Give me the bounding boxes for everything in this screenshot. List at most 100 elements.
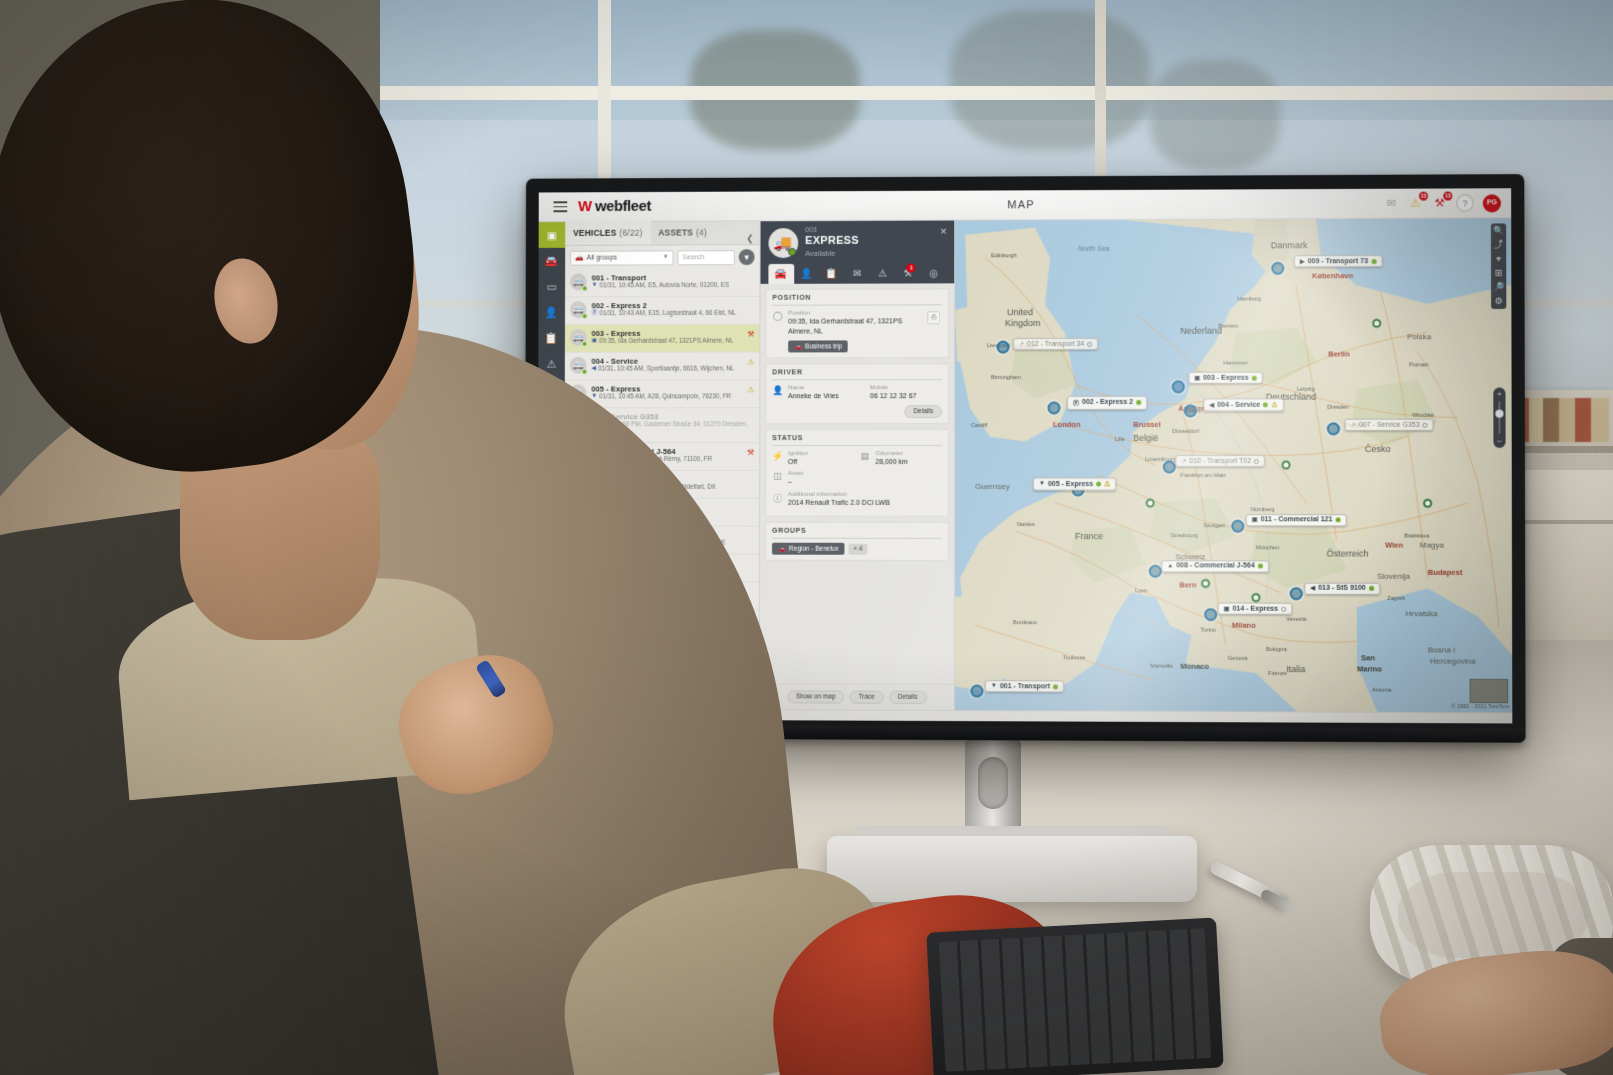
- detail-tab-messages[interactable]: ✉: [845, 264, 870, 284]
- maintenance-wrench-icon[interactable]: ⚒: [747, 330, 754, 339]
- map-area-circle[interactable]: [1145, 498, 1155, 508]
- map-canvas[interactable]: North Sea Danmark Nederland Deutschland Belg…: [954, 218, 1513, 713]
- map-area-circle[interactable]: [1372, 318, 1382, 328]
- map-area-circle[interactable]: [1201, 578, 1211, 588]
- list-item[interactable]: 🚐 001 - Transport ▼ 01/31, 10:45 AM, E5, Au…: [565, 269, 760, 298]
- trace-button[interactable]: Trace: [849, 690, 884, 704]
- group-chip[interactable]: 🚗 Region - Benelux: [771, 542, 845, 555]
- map-marker-label[interactable]: ↗ 007 - Service G353: [1344, 419, 1434, 432]
- details-button[interactable]: Details: [888, 690, 927, 704]
- chevron-left-icon[interactable]: ❮: [746, 233, 759, 244]
- map-pin[interactable]: [1231, 519, 1245, 534]
- sidebar-item-vehicles[interactable]: 🚘: [539, 248, 566, 274]
- map-marker-label[interactable]: ▣ 011 - Commercial 121: [1245, 513, 1347, 527]
- list-item-name: 002 - Express 2: [591, 301, 647, 311]
- marker-label-text: 001 - Transport: [999, 683, 1051, 691]
- avatar[interactable]: PG: [1482, 193, 1502, 212]
- map-pin[interactable]: [1171, 380, 1185, 394]
- map-route-icon[interactable]: ⤴: [1494, 240, 1503, 250]
- driver-card-title: DRIVER: [772, 369, 943, 381]
- map-search-icon[interactable]: 🔍: [1493, 225, 1504, 235]
- group-more-chip[interactable]: + 4: [848, 543, 868, 555]
- zoom-slider-thumb[interactable]: [1495, 409, 1504, 419]
- marker-label-text: 004 - Service: [1217, 400, 1261, 409]
- map-marker-label[interactable]: ▣ 014 - Express: [1217, 602, 1293, 616]
- maintenance-wrench-icon[interactable]: ⚒ 13: [1432, 191, 1453, 211]
- filter-funnel-icon[interactable]: ▼: [738, 249, 755, 266]
- marker-status-dot: [1251, 375, 1257, 381]
- alert-warning-icon[interactable]: ⚠: [747, 385, 754, 394]
- map-pin[interactable]: [1183, 404, 1197, 418]
- marker-direction-icon: ▲: [1167, 563, 1174, 570]
- map-pin[interactable]: [1289, 587, 1303, 601]
- search-input[interactable]: Search: [677, 249, 735, 265]
- detail-tab-orders[interactable]: 📋: [819, 264, 844, 284]
- map-marker-label[interactable]: ▶ 009 - Transport 73: [1293, 255, 1383, 268]
- tab-vehicles[interactable]: VEHICLES (6/22): [565, 220, 651, 245]
- zoom-out-button[interactable]: −: [1497, 437, 1502, 446]
- sidebar-item-assets[interactable]: ▭: [538, 274, 565, 300]
- maintenance-wrench-icon[interactable]: ⚒: [747, 448, 754, 457]
- sidebar-item-orders[interactable]: 📋: [538, 325, 565, 351]
- detail-tab-alerts[interactable]: ⚠: [870, 264, 895, 284]
- tab-assets[interactable]: ASSETS (4): [650, 221, 714, 245]
- zoom-in-button[interactable]: +: [1497, 389, 1502, 398]
- business-trip-chip[interactable]: 🚗 Business trip: [788, 340, 849, 353]
- map-pin[interactable]: [1204, 607, 1218, 622]
- detail-tab-driver[interactable]: 👤: [794, 264, 819, 284]
- map-controls[interactable]: 🔍 ⤴ ⌖ ⊞ 🔎 ⚙: [1490, 223, 1507, 309]
- show-on-map-button[interactable]: Show on map: [787, 690, 845, 704]
- map-marker-label[interactable]: ▣ 003 - Express: [1188, 371, 1263, 385]
- map-pin[interactable]: [970, 684, 984, 698]
- map-pin[interactable]: [996, 340, 1010, 354]
- help-button[interactable]: ?: [1456, 194, 1474, 212]
- map-pin[interactable]: [1326, 422, 1341, 436]
- detail-tab-maintenance[interactable]: ⚒ 1: [895, 263, 920, 284]
- list-item-info: 004 - Service ◀ 01/31, 10:45 AM, Sportlaan…: [591, 357, 753, 375]
- zoom-slider-track[interactable]: [1495, 401, 1504, 434]
- map-area-circle[interactable]: [1251, 593, 1261, 603]
- map-marker-label[interactable]: ▼ 001 - Transport: [984, 680, 1065, 693]
- map-area-circle[interactable]: [1281, 460, 1291, 470]
- copy-icon[interactable]: ⎙: [927, 311, 941, 325]
- detail-tab-tracking[interactable]: ◎: [921, 264, 946, 284]
- map-layers-icon[interactable]: ⊞: [1495, 268, 1503, 278]
- mail-icon[interactable]: ✉: [1384, 196, 1399, 211]
- map-pin[interactable]: [1271, 261, 1285, 275]
- group-select[interactable]: 🚗 All groups ▼: [570, 249, 674, 266]
- sidebar-item-drivers[interactable]: 👤: [538, 299, 565, 325]
- vehicle-state: Available: [805, 249, 836, 259]
- list-item[interactable]: 🚐 004 - Service ◀ 01/31, 10:45 AM, Sportlaa…: [564, 352, 760, 381]
- map-minimap[interactable]: [1469, 678, 1509, 704]
- driver-details-button[interactable]: Details: [904, 404, 943, 418]
- map-marker-label[interactable]: Ⓟ 002 - Express 2: [1067, 395, 1148, 410]
- group-chip-label: Region - Benelux: [788, 545, 839, 553]
- list-item-status-icon: ▣: [591, 338, 598, 345]
- map-marker-label[interactable]: ↗ 012 - Transport 34: [1013, 338, 1099, 351]
- list-item[interactable]: 🚐 002 - Express 2 Ⓟ 01/31, 10:43 AM, E15, L…: [564, 296, 760, 326]
- map-zoom-area-icon[interactable]: 🔎: [1493, 282, 1504, 292]
- alert-warning-icon[interactable]: ⚠: [747, 357, 754, 366]
- map-settings-icon[interactable]: ⚙: [1495, 296, 1503, 306]
- map-marker-label[interactable]: ◀ 013 - StS 9100: [1304, 582, 1380, 595]
- map-pin[interactable]: [1162, 460, 1176, 474]
- list-item[interactable]: 🚐 003 - Express ▣ 09:35, Ida Gerhardstraat …: [564, 324, 760, 353]
- marker-direction-icon: ▼: [1038, 480, 1045, 487]
- close-icon[interactable]: ✕: [940, 227, 948, 238]
- alert-warning-icon[interactable]: ⚠ 13: [1408, 191, 1429, 211]
- map-marker-label[interactable]: ◀ 004 - Service ⚠: [1203, 397, 1284, 412]
- driver-name-label: Name: [788, 384, 805, 392]
- map-pin[interactable]: [1148, 564, 1162, 578]
- sidebar-item-map[interactable]: ▣: [538, 222, 566, 248]
- map-marker-label[interactable]: ▼ 005 - Express ⚠: [1032, 477, 1117, 491]
- map-pin[interactable]: [1047, 401, 1061, 415]
- list-item-name: 004 - Service: [591, 356, 638, 366]
- marker-direction-icon: ▼: [990, 683, 997, 690]
- map-area-circle[interactable]: [1423, 498, 1433, 508]
- map-marker-label[interactable]: ↗ 010 - Transport T02: [1175, 455, 1266, 468]
- map-marker-label[interactable]: ▲ 008 - Commercial J-564: [1161, 560, 1269, 573]
- status-dot: [581, 368, 588, 375]
- map-locate-icon[interactable]: ⌖: [1496, 254, 1501, 264]
- detail-tab-vehicle[interactable]: 🚘: [768, 264, 794, 285]
- map-zoom-control[interactable]: + −: [1493, 387, 1506, 448]
